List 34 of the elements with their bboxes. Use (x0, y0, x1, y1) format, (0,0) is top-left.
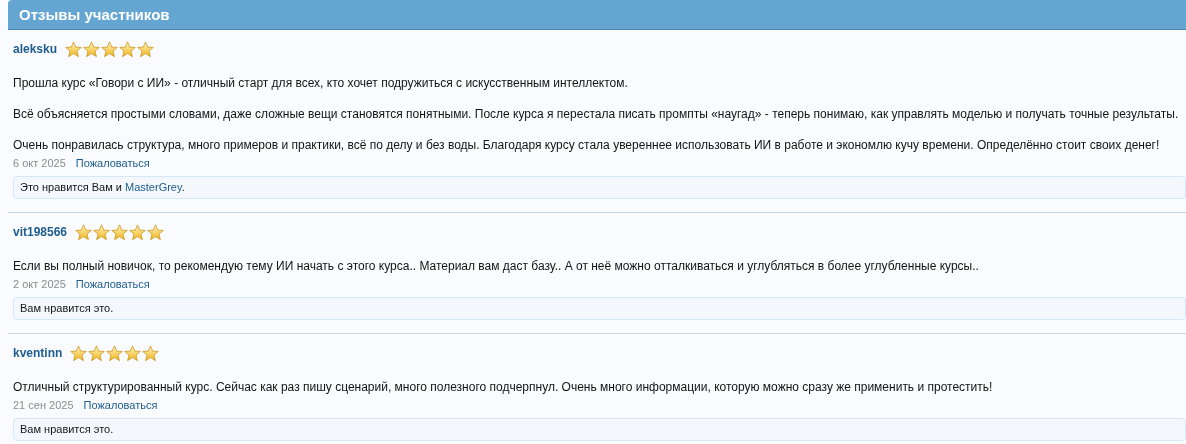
filled-star-icon (119, 40, 137, 58)
review-text: Если вы полный новичок, то рекомендую тему ИИ начать с этого курса.. Материал вам даст базу.. А от неё можно отталкиваться и углубляться в более углубленные курсы.. (13, 258, 980, 274)
filled-star-icon (106, 344, 124, 362)
author-link[interactable]: kventinn (13, 346, 63, 360)
review-text: Отличный структурированный курс. Сейчас как раз пишу сценарий, много полезного подчерпнул. Очень много информации, которую можно сразу же применить и протестить! (13, 379, 994, 395)
report-link[interactable]: Пожаловаться (75, 277, 150, 291)
filled-star-icon (142, 344, 160, 362)
filled-star-icon (93, 223, 111, 241)
author-link[interactable]: aleksku (13, 42, 58, 56)
filled-star-icon (124, 344, 142, 362)
section-title: Отзывы участников (19, 6, 170, 23)
filled-star-icon (83, 40, 101, 58)
filled-star-icon (75, 223, 93, 241)
review-date: 6 окт 2025 (13, 156, 66, 170)
filled-star-icon (129, 223, 147, 241)
author-link[interactable]: vit198566 (13, 225, 68, 239)
filled-star-icon (88, 344, 106, 362)
filled-star-icon (70, 344, 88, 362)
likes-text: Вам нравится это. (20, 423, 114, 435)
filled-star-icon (65, 40, 83, 58)
user-link[interactable]: MasterGrey (125, 181, 182, 193)
filled-star-icon (101, 40, 119, 58)
filled-star-icon (111, 223, 129, 241)
review-text: Всё объясняется простыми словами, даже сложные вещи становятся понятными. После курса я перестала писать промпты «наугад» - теперь понимаю, как управлять моделью и получать точные результаты. (13, 106, 1180, 122)
review-date: 2 окт 2025 (13, 277, 66, 291)
review-text: Очень понравилась структура, много примеров и практики, всё по делу и без воды. Благодаря курсу стала увереннее использовать ИИ в работе и экономлю кучу времени. Определённо стоит своих денег! (13, 137, 1161, 153)
report-link[interactable]: Пожаловаться (75, 156, 150, 170)
review-text: Прошла курс «Говори с ИИ» - отличный старт для всех, кто хочет подружиться с искусственным интеллектом. (13, 75, 629, 91)
review-date: 21 сен 2025 (13, 398, 74, 412)
filled-star-icon (147, 223, 165, 241)
likes-text: Вам нравится это. (20, 302, 114, 314)
likes-text: Это нравится Вам и MasterGrey. (20, 181, 185, 193)
filled-star-icon (137, 40, 155, 58)
report-link[interactable]: Пожаловаться (83, 398, 158, 412)
